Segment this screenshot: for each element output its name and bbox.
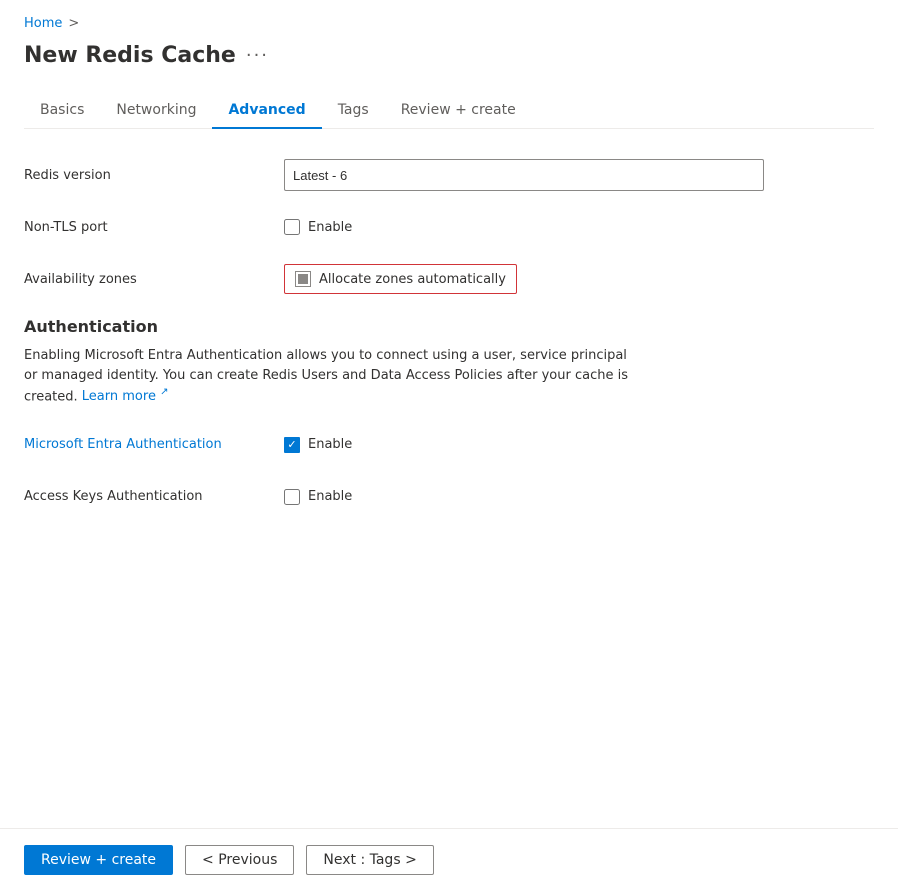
- page-title: New Redis Cache: [24, 43, 236, 68]
- entra-auth-checkbox[interactable]: ✓: [284, 437, 300, 453]
- more-options-icon[interactable]: ···: [246, 45, 269, 66]
- redis-version-control: [284, 159, 764, 191]
- availability-zones-row: Availability zones Allocate zones automa…: [24, 261, 874, 297]
- tabs-nav: Basics Networking Advanced Tags Review +…: [24, 92, 874, 129]
- non-tls-control: Enable: [284, 219, 764, 235]
- entra-auth-link[interactable]: Microsoft Entra Authentication: [24, 437, 222, 452]
- entra-auth-row: Microsoft Entra Authentication ✓ Enable: [24, 427, 874, 463]
- access-keys-checkbox[interactable]: [284, 489, 300, 505]
- previous-button[interactable]: < Previous: [185, 845, 294, 875]
- checkbox-indeterminate-mark: [298, 274, 308, 284]
- authentication-description: Enabling Microsoft Entra Authentication …: [24, 346, 644, 407]
- availability-zones-control: Allocate zones automatically: [284, 264, 517, 294]
- non-tls-row: Non-TLS port Enable: [24, 209, 874, 245]
- entra-auth-control: ✓ Enable: [284, 437, 764, 453]
- footer: Review + create < Previous Next : Tags >: [0, 828, 898, 891]
- non-tls-enable-label: Enable: [308, 220, 352, 235]
- non-tls-checkbox[interactable]: [284, 219, 300, 235]
- access-keys-control: Enable: [284, 489, 764, 505]
- entra-auth-enable-label: Enable: [308, 437, 352, 452]
- access-keys-label: Access Keys Authentication: [24, 489, 284, 504]
- availability-zones-checkbox[interactable]: [295, 271, 311, 287]
- authentication-title: Authentication: [24, 317, 874, 336]
- checkmark-icon: ✓: [287, 439, 296, 450]
- availability-zones-label: Availability zones: [24, 272, 284, 287]
- external-link-icon: ↗: [160, 387, 168, 398]
- review-create-button[interactable]: Review + create: [24, 845, 173, 875]
- tab-advanced[interactable]: Advanced: [212, 92, 321, 128]
- redis-version-label: Redis version: [24, 168, 284, 183]
- form-section: Redis version Non-TLS port Enable Availa…: [24, 157, 874, 297]
- tab-basics[interactable]: Basics: [24, 92, 100, 128]
- redis-version-row: Redis version: [24, 157, 874, 193]
- access-keys-row: Access Keys Authentication Enable: [24, 479, 874, 515]
- entra-auth-label: Microsoft Entra Authentication: [24, 437, 284, 452]
- breadcrumb-home[interactable]: Home: [24, 16, 62, 31]
- availability-zones-value: Allocate zones automatically: [319, 272, 506, 287]
- next-button[interactable]: Next : Tags >: [306, 845, 433, 875]
- tab-networking[interactable]: Networking: [100, 92, 212, 128]
- tab-tags[interactable]: Tags: [322, 92, 385, 128]
- access-keys-enable-label: Enable: [308, 489, 352, 504]
- redis-version-input[interactable]: [284, 159, 764, 191]
- breadcrumb-separator: >: [68, 16, 79, 31]
- authentication-section: Authentication Enabling Microsoft Entra …: [24, 317, 874, 515]
- learn-more-link[interactable]: Learn more ↗: [82, 389, 169, 404]
- non-tls-label: Non-TLS port: [24, 220, 284, 235]
- tab-review-create[interactable]: Review + create: [385, 92, 532, 128]
- breadcrumb: Home >: [24, 16, 874, 31]
